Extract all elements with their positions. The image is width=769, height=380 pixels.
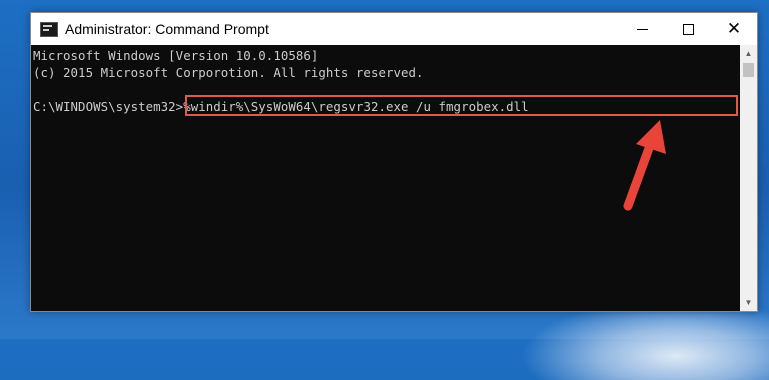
minimize-icon [636,28,648,30]
version-line: Microsoft Windows [Version 10.0.10586] [33,48,319,63]
scroll-down-button[interactable]: ▼ [740,294,757,311]
close-button[interactable]: ✕ [711,13,757,45]
scroll-up-button[interactable]: ▲ [740,45,757,62]
prompt-text: C:\WINDOWS\system32> [33,99,184,114]
minimize-button[interactable] [619,13,665,45]
title-bar[interactable]: Administrator: Command Prompt ✕ [31,13,757,45]
chevron-up-icon: ▲ [744,49,753,58]
desktop-background [520,300,769,380]
maximize-icon [682,23,694,35]
chevron-down-icon: ▼ [744,298,753,307]
copyright-line: (c) 2015 Microsoft Corporotion. All righ… [33,65,424,80]
window-title: Administrator: Command Prompt [65,21,269,37]
red-arrow-icon [623,120,666,211]
maximize-button[interactable] [665,13,711,45]
scrollbar-thumb[interactable] [743,63,754,77]
cmd-icon[interactable] [40,22,58,37]
close-icon: ✕ [726,18,742,39]
vertical-scrollbar[interactable]: ▲ ▼ [740,45,757,311]
